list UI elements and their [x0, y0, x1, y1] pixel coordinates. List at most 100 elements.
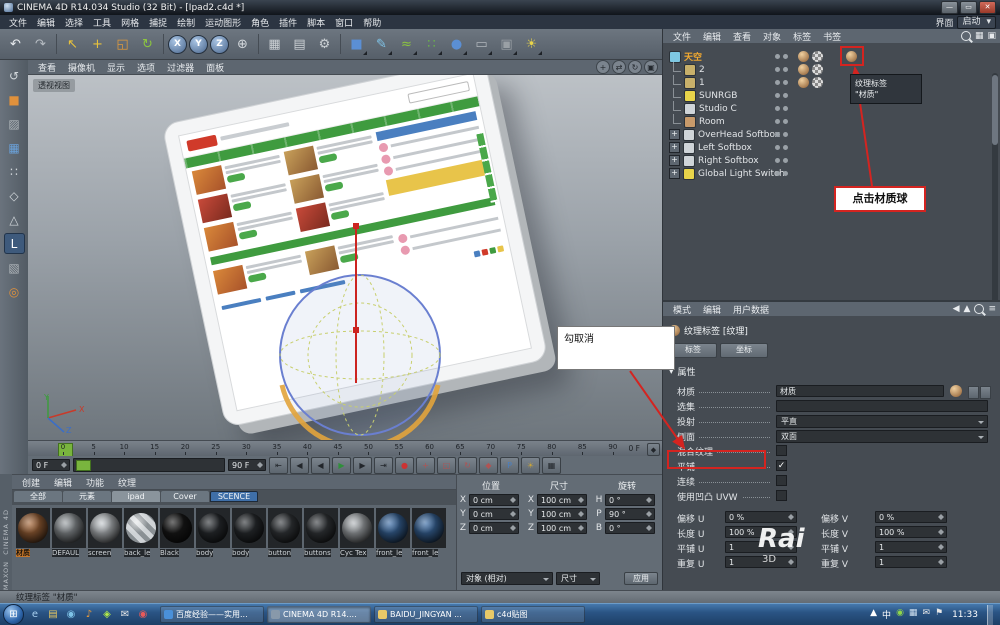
- attribute-subtab[interactable]: 标签: [669, 343, 717, 358]
- toolbar-icon[interactable]: [163, 34, 164, 54]
- playback-button[interactable]: ▦: [542, 457, 561, 474]
- menu-item[interactable]: 脚本: [302, 16, 330, 29]
- menu-item[interactable]: 网格: [116, 16, 144, 29]
- toolbar-icon[interactable]: +: [86, 33, 109, 56]
- tray-icon[interactable]: ⚑: [935, 608, 943, 621]
- attribute-menu-item[interactable]: 模式: [667, 303, 697, 316]
- expand-icon[interactable]: +: [669, 168, 680, 179]
- material-thumbnail[interactable]: screen: [88, 508, 122, 559]
- object-tree-item[interactable]: + Global Light Switch: [663, 167, 1000, 180]
- material-thumbnail[interactable]: body: [196, 508, 230, 559]
- material-menu-item[interactable]: 纹理: [112, 476, 142, 489]
- menu-item[interactable]: 插件: [274, 16, 302, 29]
- playback-button[interactable]: ⇤: [269, 457, 288, 474]
- toolbar-icon[interactable]: ⚙: [313, 33, 336, 56]
- maximize-button[interactable]: ▭: [960, 1, 977, 14]
- menu-item[interactable]: 帮助: [358, 16, 386, 29]
- viewport-nav-icon[interactable]: ↻: [628, 60, 642, 74]
- show-desktop-button[interactable]: [987, 605, 993, 625]
- material-thumbnail[interactable]: Black: [160, 508, 194, 559]
- material-preview-sphere[interactable]: [124, 508, 158, 548]
- position-field[interactable]: 0 cm: [469, 494, 519, 506]
- material-thumbnail[interactable]: body: [232, 508, 266, 559]
- toolbar-icon[interactable]: ▤: [288, 33, 311, 56]
- menu-item[interactable]: 角色: [246, 16, 274, 29]
- search-icon[interactable]: [974, 304, 984, 314]
- toolbar-icon[interactable]: ∷: [420, 33, 443, 56]
- toolbar-icon[interactable]: ▭: [470, 33, 493, 56]
- apply-button[interactable]: 应用: [624, 572, 658, 585]
- material-layer-tab[interactable]: SCENCE: [210, 491, 258, 502]
- object-tree-item[interactable]: + Left Softbox: [663, 141, 1000, 154]
- size-field[interactable]: 100 cm: [537, 508, 587, 520]
- material-thumbnail[interactable]: DEFAUL: [52, 508, 86, 559]
- size-field[interactable]: 100 cm: [537, 494, 587, 506]
- quick-launch-icon[interactable]: ◉: [63, 607, 79, 623]
- tile-checkbox[interactable]: ✓: [776, 460, 787, 471]
- mode-icon[interactable]: ▦: [4, 137, 25, 158]
- selection-field[interactable]: [776, 400, 988, 412]
- layout-dropdown[interactable]: 启动▾: [957, 16, 996, 29]
- quick-launch-icon[interactable]: ✉: [117, 607, 133, 623]
- viewport-menu-item[interactable]: 面板: [200, 61, 230, 74]
- material-field[interactable]: 材质: [776, 385, 944, 397]
- timeline-slider-handle[interactable]: [76, 460, 91, 471]
- toolbar-icon[interactable]: ●: [445, 33, 468, 56]
- tray-icon[interactable]: ▦: [909, 608, 918, 621]
- material-preview-sphere[interactable]: [160, 508, 194, 548]
- attribute-menu-item[interactable]: 用户数据: [727, 303, 775, 316]
- mode-icon[interactable]: ∷: [4, 161, 25, 182]
- viewport-menu-item[interactable]: 摄像机: [62, 61, 101, 74]
- toolbar-icon[interactable]: ▦: [263, 33, 286, 56]
- material-preview-sphere[interactable]: [268, 508, 302, 548]
- mode-icon[interactable]: △: [4, 209, 25, 230]
- visibility-dots[interactable]: [775, 170, 791, 178]
- end-frame-field[interactable]: 90 F: [228, 459, 266, 471]
- taskbar-window-button[interactable]: BAIDU_JINGYAN ...: [374, 606, 478, 623]
- coord-size-dropdown[interactable]: 尺寸: [556, 572, 600, 585]
- menu-item[interactable]: 编辑: [32, 16, 60, 29]
- object-menu-item[interactable]: 书签: [817, 30, 847, 43]
- material-preview-sphere[interactable]: [88, 508, 122, 548]
- material-preview-sphere[interactable]: [340, 508, 374, 548]
- material-menu-item[interactable]: 编辑: [48, 476, 78, 489]
- material-menu-item[interactable]: 创建: [16, 476, 46, 489]
- mini-button[interactable]: [980, 386, 991, 399]
- object-tree-item[interactable]: + SUNRGB: [663, 89, 1000, 102]
- viewport-nav-icon[interactable]: +: [596, 60, 610, 74]
- window-icon[interactable]: ▣: [987, 31, 996, 41]
- mode-icon[interactable]: ▨: [4, 113, 25, 134]
- viewport[interactable]: 透视视图: [28, 75, 662, 440]
- playback-button[interactable]: ▶: [353, 457, 372, 474]
- object-menu-item[interactable]: 对象: [757, 30, 787, 43]
- material-texture-tag-icon[interactable]: [846, 51, 857, 62]
- visibility-dots[interactable]: [775, 79, 791, 87]
- menu-item[interactable]: 工具: [88, 16, 116, 29]
- material-layer-tab[interactable]: ipad: [112, 491, 160, 502]
- toolbar-icon[interactable]: [56, 34, 57, 54]
- expand-icon[interactable]: +: [669, 155, 680, 166]
- material-thumbnail[interactable]: button: [268, 508, 302, 559]
- mix-textures-checkbox[interactable]: [776, 445, 787, 456]
- toolbar-icon[interactable]: ≈: [395, 33, 418, 56]
- expand-icon[interactable]: +: [669, 142, 680, 153]
- uv-field[interactable]: 0 %: [875, 511, 947, 523]
- up-icon[interactable]: ▲: [964, 304, 971, 314]
- taskbar-clock[interactable]: 11:33: [952, 610, 978, 620]
- material-preview-sphere[interactable]: [412, 508, 446, 548]
- material-preview-sphere[interactable]: [16, 508, 50, 548]
- mini-button[interactable]: [968, 386, 979, 399]
- material-layer-tab[interactable]: 元素: [63, 491, 111, 502]
- quick-launch-icon[interactable]: ◈: [99, 607, 115, 623]
- axis-handle[interactable]: [355, 223, 357, 383]
- toolbar-icon[interactable]: ↷: [29, 33, 52, 56]
- search-icon[interactable]: [961, 31, 971, 41]
- mode-icon[interactable]: ↺: [4, 65, 25, 86]
- material-preview-sphere[interactable]: [376, 508, 410, 548]
- playback-button[interactable]: ☀: [521, 457, 540, 474]
- use-bump-uvw-checkbox[interactable]: [776, 490, 787, 501]
- material-sphere-icon[interactable]: [950, 385, 962, 397]
- uv-field[interactable]: 100 %: [725, 526, 797, 538]
- material-menu-item[interactable]: 功能: [80, 476, 110, 489]
- material-thumbnail[interactable]: Cyc Tex: [340, 508, 374, 559]
